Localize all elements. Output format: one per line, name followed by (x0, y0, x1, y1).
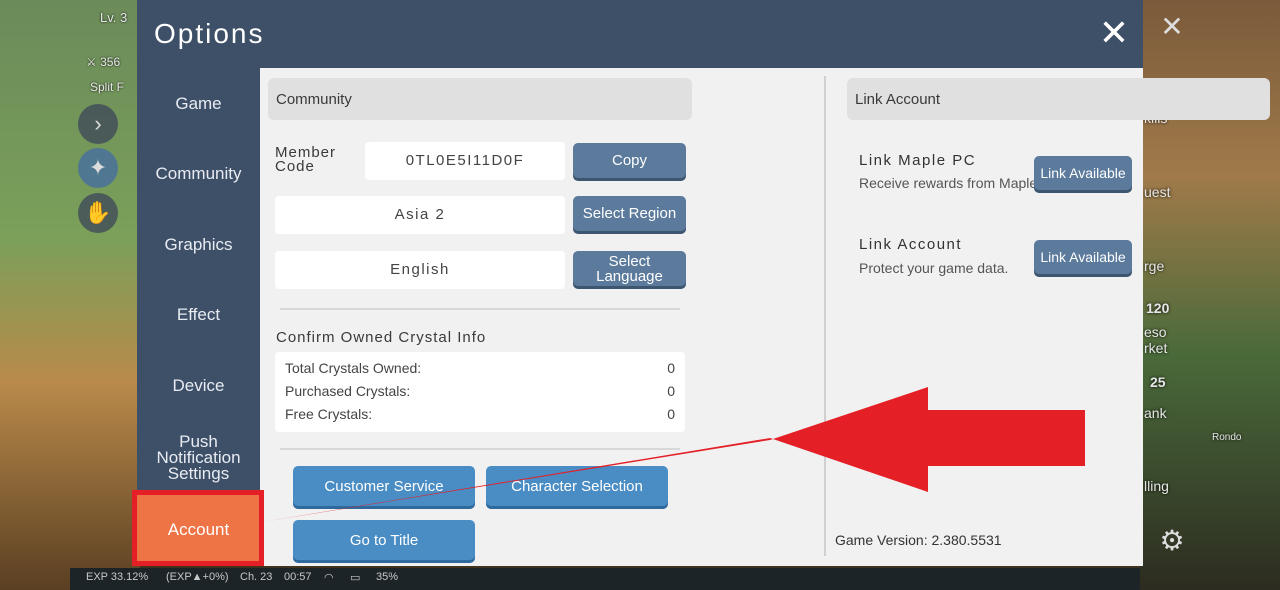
nav-item-device[interactable]: Device (137, 377, 260, 394)
level-text: Lv. 3 (100, 10, 128, 25)
side-label[interactable]: 120 (1146, 300, 1169, 316)
game-version-text: Game Version: 2.380.5531 (835, 532, 1002, 548)
side-label[interactable]: lling (1144, 478, 1169, 494)
link-account-header: Link Account (847, 78, 1270, 120)
npc-name: Rondo (1212, 432, 1242, 443)
chevron-right-icon[interactable]: › (78, 104, 118, 144)
nav-item-community[interactable]: Community (137, 165, 260, 182)
dialog-header: Options ✕ (137, 0, 1143, 68)
link-maple-pc-title: Link Maple PC (859, 152, 977, 169)
battery-text: 35% (376, 571, 399, 583)
side-label[interactable]: rket (1144, 340, 1167, 356)
side-label[interactable]: uest (1144, 184, 1170, 200)
character-selection-button[interactable]: Character Selection (486, 466, 668, 506)
link-account-title: Link Account (859, 236, 963, 253)
close-icon[interactable]: ✕ (1097, 15, 1131, 51)
time-text: 00:57 (284, 571, 312, 583)
nav-item-graphics[interactable]: Graphics (137, 236, 260, 253)
divider (280, 448, 680, 450)
channel-text: Ch. 23 (240, 571, 273, 583)
battery-icon: ▭ (350, 572, 361, 584)
link-account-desc: Protect your game data. (859, 260, 1009, 276)
skill-icon[interactable]: ✦ (78, 148, 118, 188)
crystal-info-box: Total Crystals Owned: 0 Purchased Crystal… (275, 352, 685, 432)
crystal-row-purchased: Purchased Crystals: 0 (285, 383, 675, 399)
member-code-label: Member Code (275, 144, 337, 175)
dialog-title: Options (154, 18, 265, 49)
link-account-button[interactable]: Link Available (1034, 240, 1132, 274)
link-maple-pc-button[interactable]: Link Available (1034, 156, 1132, 190)
options-content: Community Member Code 0TL0E5I11D0F Copy … (260, 68, 1270, 566)
handshake-icon[interactable]: ✋ (78, 193, 118, 233)
nav-item-push-notification-settings[interactable]: Push Notification Settings (137, 433, 260, 482)
divider (280, 308, 680, 310)
exp-text: EXP 33.12% (86, 571, 149, 583)
status-bar: EXP 33.12% (EXP▲+0%) Ch. 23 00:57 ◠ ▭ 35… (70, 568, 1140, 590)
wifi-icon: ◠ (324, 572, 334, 584)
language-field: English (275, 251, 565, 289)
side-label[interactable]: eso (1144, 324, 1167, 340)
region-field: Asia 2 (275, 196, 565, 234)
select-language-button[interactable]: Select Language (573, 251, 686, 286)
game-close-icon[interactable]: ✕ (1152, 6, 1192, 46)
crystal-row-total: Total Crystals Owned: 0 (285, 360, 675, 376)
split-text: Split F (90, 80, 125, 94)
member-code-field: 0TL0E5I11D0F (365, 142, 565, 180)
side-label[interactable]: 25 (1150, 374, 1166, 390)
options-dialog: Options ✕ Game Community Graphics Effect… (137, 0, 1270, 566)
nav-item-game[interactable]: Game (137, 95, 260, 112)
annotation-highlight-box (132, 490, 264, 566)
go-to-title-button[interactable]: Go to Title (293, 520, 475, 560)
community-header: Community (268, 78, 692, 120)
gear-icon[interactable]: ⚙ (1152, 520, 1192, 560)
stat-value: ⚔ 356 (86, 55, 121, 69)
copy-button[interactable]: Copy (573, 143, 686, 178)
exp-gain-text: (EXP▲+0%) (166, 571, 229, 583)
side-label[interactable]: ank (1144, 405, 1167, 421)
select-region-button[interactable]: Select Region (573, 196, 686, 231)
customer-service-button[interactable]: Customer Service (293, 466, 475, 506)
vertical-divider (824, 76, 826, 556)
nav-item-effect[interactable]: Effect (137, 306, 260, 323)
crystal-row-free: Free Crystals: 0 (285, 406, 675, 422)
side-label[interactable]: rge (1144, 258, 1164, 274)
crystal-info-header: Confirm Owned Crystal Info (276, 329, 487, 346)
